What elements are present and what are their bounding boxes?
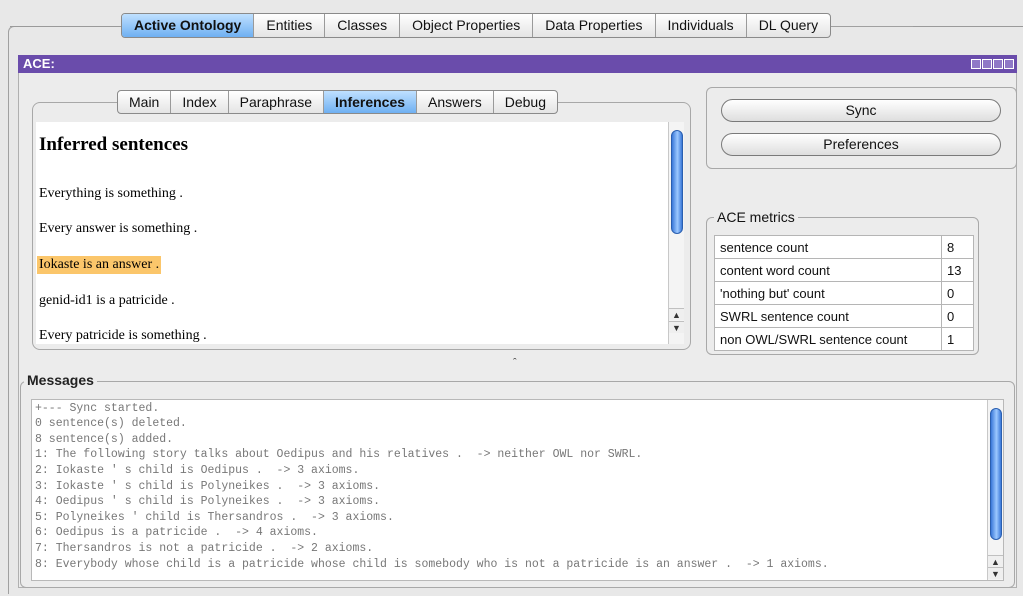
tab-main[interactable]: Main xyxy=(118,91,172,113)
log-line: 4: Oedipus ' s child is Polyneikes . -> … xyxy=(35,495,381,508)
view-minimize-icon[interactable] xyxy=(982,59,992,69)
sentence-item[interactable]: Everything is something . xyxy=(39,185,183,203)
log-line: 6: Oedipus is a patricide . -> 4 axioms. xyxy=(35,526,318,539)
app-window: Active Ontology Entities Classes Object … xyxy=(0,0,1023,596)
tab-debug[interactable]: Debug xyxy=(494,91,557,113)
log-line: 2: Iokaste ' s child is Oedipus . -> 3 a… xyxy=(35,464,360,477)
splitter-handle-icon[interactable]: ˆ xyxy=(513,357,517,369)
view-maximize-icon[interactable] xyxy=(993,59,1003,69)
metrics-title: ACE metrics xyxy=(714,209,798,225)
log-line: 0 sentence(s) deleted. xyxy=(35,417,187,430)
messages-log[interactable]: +--- Sync started. 0 sentence(s) deleted… xyxy=(31,399,1004,581)
metric-value: 0 xyxy=(941,281,974,305)
scroll-down-arrow-icon[interactable]: ▼ xyxy=(669,321,684,333)
metric-label: sentence count xyxy=(714,235,942,259)
tab-individuals[interactable]: Individuals xyxy=(656,14,747,37)
view-close-icon[interactable] xyxy=(1004,59,1014,69)
table-row: non OWL/SWRL sentence count 1 xyxy=(714,327,974,351)
view-controls xyxy=(971,59,1014,69)
messages-title: Messages xyxy=(24,372,97,388)
preferences-button[interactable]: Preferences xyxy=(721,133,1001,156)
sentences-scrollbar[interactable]: ▲ ▼ xyxy=(668,122,684,344)
table-row: SWRL sentence count 0 xyxy=(714,304,974,328)
sentence-item-selected[interactable]: Iokaste is an answer . xyxy=(37,256,162,274)
log-line: 5: Polyneikes ' child is Thersandros . -… xyxy=(35,511,394,524)
metric-value: 0 xyxy=(941,304,974,328)
sentence-item[interactable]: Every answer is something . xyxy=(39,220,197,238)
log-line: +--- Sync started. xyxy=(35,402,160,415)
tab-object-properties[interactable]: Object Properties xyxy=(400,14,534,37)
tab-entities[interactable]: Entities xyxy=(254,14,326,37)
table-row: 'nothing but' count 0 xyxy=(714,281,974,305)
tab-inferences[interactable]: Inferences xyxy=(324,91,418,113)
scroll-thumb[interactable] xyxy=(671,130,683,234)
sentence-item[interactable]: Every patricide is something . xyxy=(39,327,207,344)
tab-paraphrase[interactable]: Paraphrase xyxy=(229,91,324,113)
log-line: 3: Iokaste ' s child is Polyneikes . -> … xyxy=(35,480,381,493)
table-row: content word count 13 xyxy=(714,258,974,282)
metric-value: 8 xyxy=(941,235,974,259)
log-line: 8: Everybody whose child is a patricide … xyxy=(35,558,829,571)
metric-value: 1 xyxy=(941,327,974,351)
scroll-up-arrow-icon[interactable]: ▲ xyxy=(988,555,1003,567)
metric-label: 'nothing but' count xyxy=(714,281,942,305)
scroll-up-arrow-icon[interactable]: ▲ xyxy=(669,308,684,320)
tab-active-ontology[interactable]: Active Ontology xyxy=(122,14,255,37)
metric-value: 13 xyxy=(941,258,974,282)
top-tab-bar: Active Ontology Entities Classes Object … xyxy=(121,13,832,38)
divider xyxy=(913,26,1023,27)
tab-index[interactable]: Index xyxy=(171,91,229,113)
log-line: 8 sentence(s) added. xyxy=(35,433,174,446)
metric-label: content word count xyxy=(714,258,942,282)
scroll-down-arrow-icon[interactable]: ▼ xyxy=(988,567,1003,579)
sentence-item[interactable]: genid-id1 is a patricide . xyxy=(39,292,175,310)
tab-classes[interactable]: Classes xyxy=(325,14,401,37)
inner-tab-bar: Main Index Paraphrase Inferences Answers… xyxy=(117,90,558,114)
view-title: ACE: xyxy=(23,56,55,71)
inferred-sentences-pane: Inferred sentences Everything is somethi… xyxy=(36,122,668,344)
sync-button[interactable]: Sync xyxy=(721,99,1001,122)
messages-scrollbar[interactable]: ▲ ▼ xyxy=(987,400,1003,580)
metrics-table: sentence count 8 content word count 13 'no… xyxy=(714,235,974,351)
tab-answers[interactable]: Answers xyxy=(417,91,494,113)
metric-label: non OWL/SWRL sentence count xyxy=(714,327,942,351)
scroll-thumb[interactable] xyxy=(990,408,1002,540)
view-header-bar: ACE: xyxy=(18,55,1017,73)
metric-label: SWRL sentence count xyxy=(714,304,942,328)
divider xyxy=(10,26,121,27)
tab-data-properties[interactable]: Data Properties xyxy=(533,14,656,37)
tab-dl-query[interactable]: DL Query xyxy=(747,14,830,37)
table-row: sentence count 8 xyxy=(714,235,974,259)
log-line: 7: Thersandros is not a patricide . -> 2… xyxy=(35,542,374,555)
view-float-icon[interactable] xyxy=(971,59,981,69)
log-line: 1: The following story talks about Oedip… xyxy=(35,448,643,461)
sentences-heading: Inferred sentences xyxy=(39,134,188,155)
